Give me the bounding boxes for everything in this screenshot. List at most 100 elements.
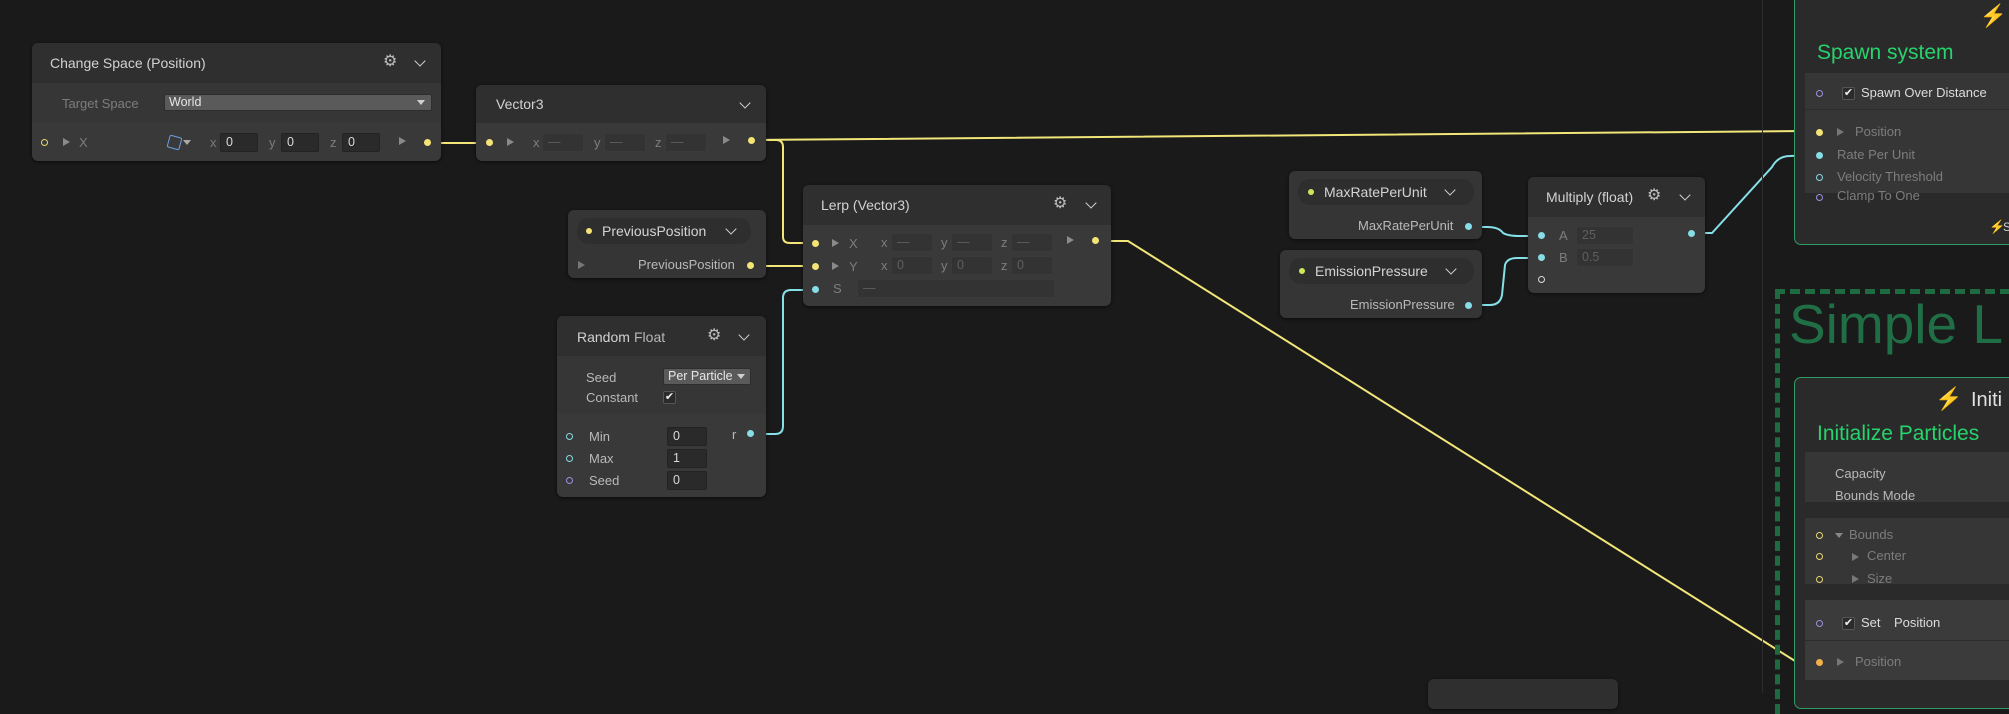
output-port[interactable] bbox=[747, 430, 754, 437]
max-rate-node[interactable]: MaxRatePerUnit MaxRatePerUnit bbox=[1289, 171, 1482, 239]
b-field[interactable]: 0.5 bbox=[1576, 248, 1634, 267]
seed-input-port[interactable] bbox=[566, 477, 573, 484]
seed-mode-dropdown[interactable]: Per Particle bbox=[663, 368, 751, 385]
settings-gear-icon[interactable]: ⚙ bbox=[1647, 188, 1661, 204]
z-field[interactable]: 0 bbox=[342, 133, 380, 152]
expand-triangle-icon[interactable] bbox=[832, 239, 839, 247]
x-label: x bbox=[881, 258, 888, 273]
expand-triangle-icon[interactable] bbox=[1852, 575, 1859, 583]
multiply-node[interactable]: Multiply (float) ⚙ A 25 B 0.5 bbox=[1528, 177, 1705, 293]
input-port[interactable] bbox=[486, 139, 493, 146]
lerp-node[interactable]: Lerp (Vector3) ⚙ X x — y — z — Y x 0 y 0… bbox=[803, 185, 1111, 306]
node-title: Multiply (float) bbox=[1546, 189, 1634, 205]
output-triangle-icon[interactable] bbox=[1067, 236, 1074, 244]
change-space-node[interactable]: Change Space (Position) ⚙ Target Space W… bbox=[32, 43, 441, 161]
max-input-port[interactable] bbox=[566, 455, 573, 462]
velocity-threshold-port[interactable] bbox=[1816, 174, 1823, 181]
output-triangle-icon[interactable] bbox=[723, 136, 730, 144]
port-label: X bbox=[79, 135, 88, 150]
seed-field[interactable]: 0 bbox=[667, 471, 707, 490]
x-input-port[interactable] bbox=[812, 240, 819, 247]
clamp-to-one-port[interactable] bbox=[1816, 194, 1823, 201]
initialize-context[interactable]: ⚡ Initi Initialize Particles Capacity Bo… bbox=[1794, 377, 2009, 709]
s-input-port[interactable] bbox=[812, 286, 819, 293]
x-field[interactable]: 0 bbox=[220, 133, 258, 152]
exposed-dot-icon bbox=[586, 228, 592, 234]
bounds-label: Bounds bbox=[1849, 527, 1894, 542]
output-port[interactable] bbox=[424, 139, 431, 146]
rate-per-unit-port[interactable] bbox=[1816, 152, 1823, 159]
add-input-port[interactable] bbox=[1538, 276, 1545, 283]
block-flow-port[interactable] bbox=[1816, 620, 1823, 627]
y-label: y bbox=[941, 258, 948, 273]
a-field[interactable]: 25 bbox=[1576, 226, 1634, 245]
b-input-port[interactable] bbox=[1538, 254, 1545, 261]
context-title: Initialize Particles bbox=[1817, 422, 1980, 445]
block-flow-port[interactable] bbox=[1816, 90, 1823, 97]
x-z-field[interactable]: — bbox=[1011, 233, 1053, 252]
target-space-dropdown[interactable]: World bbox=[164, 94, 432, 111]
x-field[interactable]: — bbox=[542, 133, 584, 152]
y-y-field[interactable]: 0 bbox=[951, 256, 993, 275]
output-port[interactable] bbox=[1092, 237, 1099, 244]
settings-gear-icon[interactable]: ⚙ bbox=[1053, 196, 1067, 212]
output-port[interactable] bbox=[1465, 223, 1472, 230]
velocity-threshold-label: Velocity Threshold bbox=[1837, 169, 1943, 184]
offscreen-node[interactable] bbox=[1428, 679, 1618, 709]
space-dropdown-caret-icon[interactable] bbox=[183, 140, 191, 145]
expand-triangle-icon[interactable] bbox=[63, 138, 70, 146]
output-label: EmissionPressure bbox=[1350, 297, 1455, 312]
y-field[interactable]: 0 bbox=[281, 133, 319, 152]
vector3-node[interactable]: Vector3 x — y — z — bbox=[476, 85, 766, 161]
expand-triangle-icon[interactable] bbox=[1852, 553, 1859, 561]
center-port[interactable] bbox=[1816, 553, 1823, 560]
z-field[interactable]: — bbox=[665, 133, 707, 152]
output-port[interactable] bbox=[748, 137, 755, 144]
min-field[interactable]: 0 bbox=[667, 427, 707, 446]
s-field[interactable]: — bbox=[857, 279, 1055, 298]
y-x-field[interactable]: 0 bbox=[891, 256, 933, 275]
size-port[interactable] bbox=[1816, 576, 1823, 583]
output-port[interactable] bbox=[1688, 230, 1695, 237]
min-input-port[interactable] bbox=[566, 433, 573, 440]
position-port[interactable] bbox=[1816, 659, 1823, 666]
expand-triangle-icon[interactable] bbox=[1837, 658, 1844, 666]
emission-pressure-node[interactable]: EmissionPressure EmissionPressure bbox=[1280, 250, 1482, 318]
seed-port-label: Seed bbox=[589, 473, 620, 488]
y-input-port[interactable] bbox=[812, 263, 819, 270]
output-label: r bbox=[732, 427, 737, 442]
max-field[interactable]: 1 bbox=[667, 449, 707, 468]
block-enable-checkbox[interactable]: ✔ bbox=[1842, 617, 1855, 630]
expand-triangle-icon[interactable] bbox=[507, 138, 514, 146]
wire-vector3-spawn-position bbox=[750, 130, 1818, 141]
property-name: EmissionPressure bbox=[1315, 263, 1428, 279]
bounds-port[interactable] bbox=[1816, 532, 1823, 539]
output-triangle-icon[interactable] bbox=[399, 137, 406, 145]
settings-gear-icon[interactable]: ⚙ bbox=[707, 328, 721, 344]
output-port[interactable] bbox=[747, 262, 754, 269]
a-input-port[interactable] bbox=[1538, 232, 1545, 239]
x-x-field[interactable]: — bbox=[891, 233, 933, 252]
position-port[interactable] bbox=[1816, 129, 1823, 136]
settings-section bbox=[557, 356, 766, 414]
y-z-field[interactable]: 0 bbox=[1011, 256, 1053, 275]
random-node[interactable]: Random Float ⚙ Seed Per Particle Constan… bbox=[557, 316, 766, 497]
expand-triangle-icon[interactable] bbox=[832, 262, 839, 270]
settings-gear-icon[interactable]: ⚙ bbox=[383, 54, 397, 70]
constant-checkbox[interactable]: ✔ bbox=[663, 391, 676, 404]
bounds-block bbox=[1805, 518, 2009, 584]
exposed-dot-icon bbox=[1299, 268, 1305, 274]
x-port-label: X bbox=[849, 236, 858, 251]
previous-position-node[interactable]: PreviousPosition PreviousPosition bbox=[568, 210, 766, 278]
expand-triangle-icon[interactable] bbox=[578, 261, 585, 269]
input-port[interactable] bbox=[41, 139, 48, 146]
bounds-expanded-icon[interactable] bbox=[1835, 533, 1843, 538]
y-field[interactable]: — bbox=[604, 133, 646, 152]
expand-triangle-icon[interactable] bbox=[1837, 128, 1844, 136]
block-enable-checkbox[interactable]: ✔ bbox=[1842, 87, 1855, 100]
cube-space-icon[interactable] bbox=[166, 134, 183, 151]
output-port[interactable] bbox=[1465, 302, 1472, 309]
set-attribute-label: Position bbox=[1894, 615, 1941, 630]
x-y-field[interactable]: — bbox=[951, 233, 993, 252]
spawn-context[interactable]: ⚡ Spawn system ✔ Spawn Over Distance Pos… bbox=[1794, 0, 2009, 245]
